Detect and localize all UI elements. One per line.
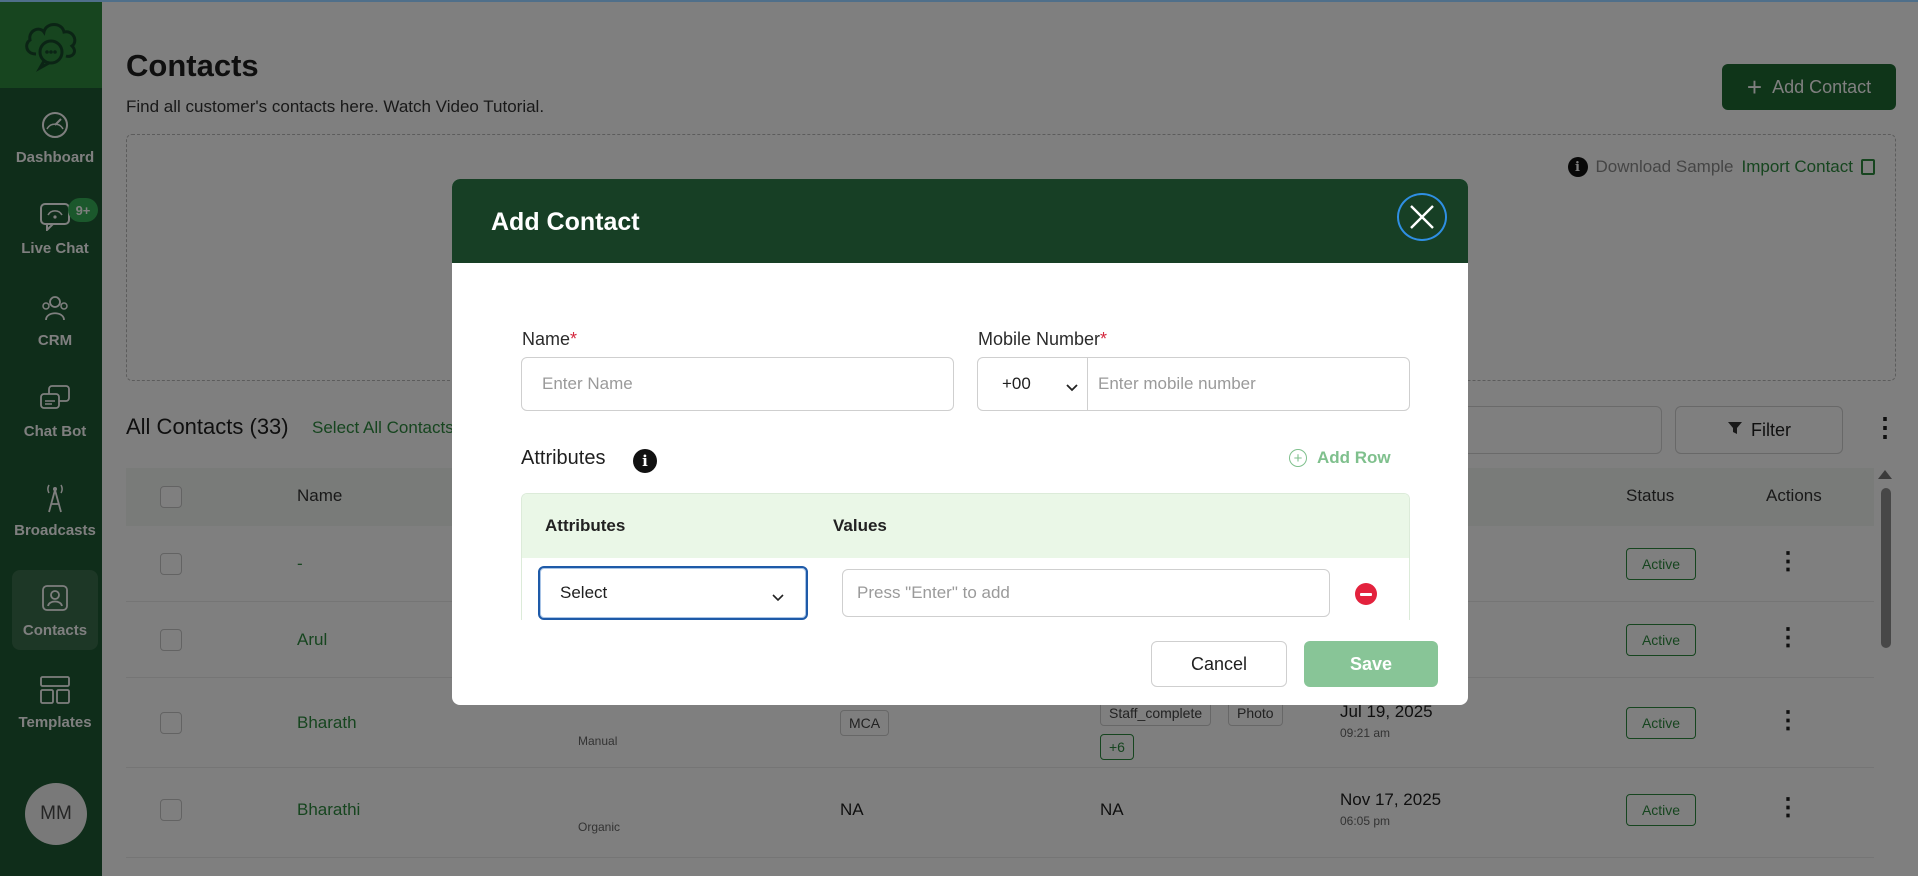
attribute-select-value: Select — [560, 583, 608, 602]
attributes-table-header: Attributes Values — [522, 494, 1409, 558]
mobile-number-label: Mobile Number* — [978, 329, 1107, 350]
plus-circle-icon: + — [1289, 449, 1307, 467]
modal-title: Add Contact — [491, 208, 640, 236]
required-mark: * — [570, 329, 578, 349]
remove-row-icon[interactable] — [1355, 583, 1377, 605]
mobile-number-input[interactable] — [1090, 358, 1408, 410]
add-row-button[interactable]: + Add Row — [1289, 448, 1391, 468]
attribute-values-input[interactable] — [842, 569, 1330, 617]
name-label: Name* — [522, 329, 577, 350]
window-top-border — [0, 0, 1918, 2]
attributes-table: Attributes Values Select — [521, 493, 1410, 620]
chevron-down-icon — [1066, 378, 1078, 398]
add-row-label: Add Row — [1317, 448, 1391, 467]
modal-header: Add Contact — [452, 179, 1468, 263]
attributes-heading: Attributes — [521, 447, 606, 469]
values-column-header: Values — [833, 516, 887, 535]
mobile-label-text: Mobile Number — [978, 329, 1101, 349]
close-icon — [1410, 205, 1434, 229]
chevron-down-icon — [772, 588, 784, 608]
minus-icon — [1360, 592, 1372, 596]
name-input[interactable] — [521, 357, 954, 411]
save-button[interactable]: Save — [1304, 641, 1438, 687]
required-mark: * — [1100, 329, 1108, 349]
info-icon[interactable]: i — [633, 449, 657, 473]
mobile-number-field: +00 — [977, 357, 1410, 411]
attributes-column-header: Attributes — [545, 516, 626, 535]
cancel-button[interactable]: Cancel — [1151, 641, 1287, 687]
attribute-select[interactable]: Select — [538, 566, 808, 620]
country-code-select[interactable]: +00 — [978, 358, 1088, 410]
country-code-value: +00 — [1002, 374, 1031, 393]
add-contact-modal: Add Contact Name* Mobile Number* +00 Att… — [452, 179, 1468, 705]
name-label-text: Name — [522, 329, 571, 349]
close-button[interactable] — [1397, 193, 1447, 241]
